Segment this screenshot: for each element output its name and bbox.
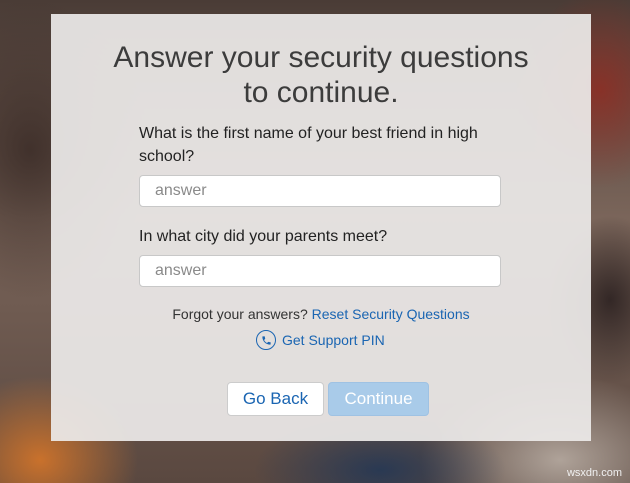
go-back-button[interactable]: Go Back [227, 382, 324, 416]
forgot-answers-text: Forgot your answers? [172, 306, 308, 322]
get-support-pin-label: Get Support PIN [282, 332, 385, 348]
get-support-pin-link[interactable]: Get Support PIN [256, 328, 385, 352]
question-2-answer-input[interactable] [139, 255, 501, 287]
question-1-label: What is the first name of your best frie… [139, 125, 478, 165]
forgot-answers-row: Forgot your answers? Reset Security Ques… [51, 305, 591, 323]
phone-icon [256, 330, 276, 350]
watermark: wsxdn.com [566, 467, 622, 479]
page-title-line-1: Answer your security questions [113, 41, 529, 74]
question-1-answer-input[interactable] [139, 175, 501, 207]
reset-security-questions-link[interactable]: Reset Security Questions [312, 306, 470, 322]
question-2-label: In what city did your parents meet? [139, 228, 388, 245]
page-title-line-2: to continue. [243, 76, 399, 109]
continue-button[interactable]: Continue [328, 382, 429, 416]
page-title: Answer your security questions to contin… [51, 40, 591, 110]
security-questions-panel: Answer your security questions to contin… [51, 14, 591, 441]
